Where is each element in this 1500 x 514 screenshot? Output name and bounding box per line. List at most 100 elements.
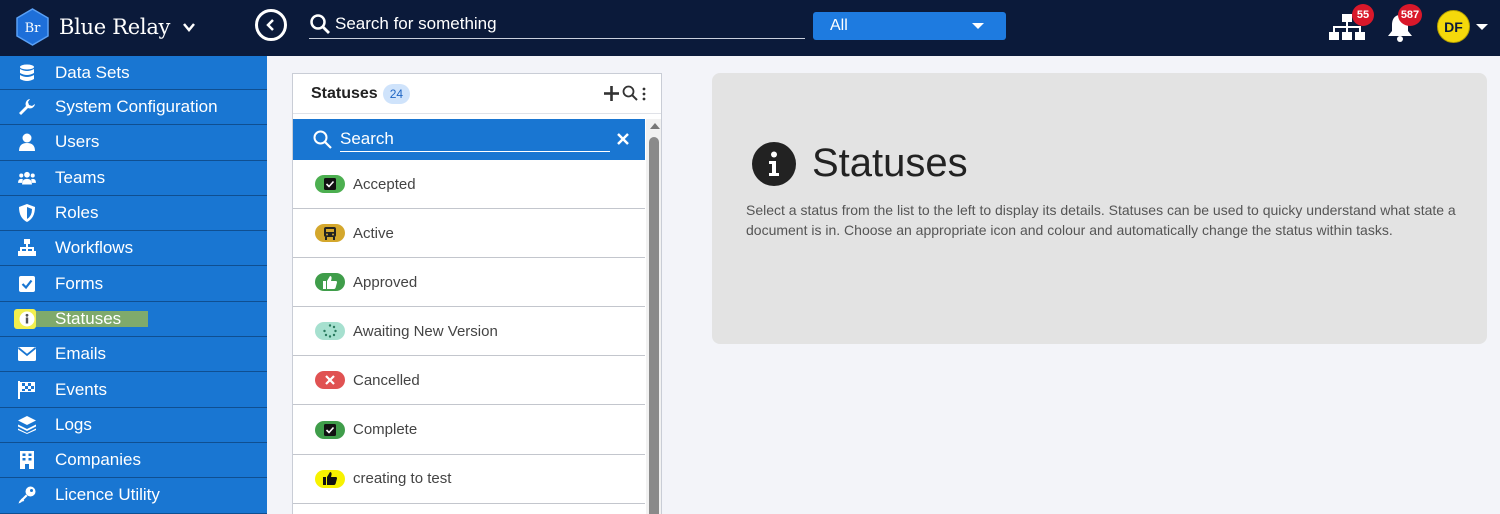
status-list-panel: Statuses 24 Accepted Active xyxy=(292,73,662,514)
list-item[interactable]: Accepted xyxy=(293,160,645,210)
sidebar: Data Sets System Configuration Users Tea… xyxy=(0,56,267,514)
svg-text:Br: Br xyxy=(25,21,42,36)
database-icon xyxy=(18,64,36,82)
search-scope-select[interactable]: All xyxy=(813,12,1006,40)
sidebar-item-licence-utility[interactable]: Licence Utility xyxy=(0,478,267,514)
status-chip xyxy=(315,224,345,243)
status-chip xyxy=(315,273,345,292)
close-icon[interactable] xyxy=(615,131,631,147)
sidebar-item-label: Data Sets xyxy=(55,62,130,82)
status-list: Accepted Active Approved Awaiting New Ve… xyxy=(293,160,645,504)
scroll-thumb[interactable] xyxy=(649,137,659,514)
users-icon xyxy=(18,169,36,187)
sidebar-item-roles[interactable]: Roles xyxy=(0,196,267,232)
sidebar-item-label: Companies xyxy=(55,450,141,470)
sidebar-item-system-configuration[interactable]: System Configuration xyxy=(0,90,267,126)
status-detail-card: Statuses Select a status from the list t… xyxy=(712,73,1487,344)
user-menu-caret-icon[interactable] xyxy=(1476,24,1488,30)
check-square-icon xyxy=(324,178,336,191)
status-search-field xyxy=(340,127,610,152)
list-item[interactable]: Complete xyxy=(293,405,645,455)
sidebar-item-label: Emails xyxy=(55,344,107,364)
sidebar-item-emails[interactable]: Emails xyxy=(0,337,267,373)
user-icon xyxy=(18,133,36,152)
sidebar-item-workflows[interactable]: Workflows xyxy=(0,231,267,267)
detail-description: Select a status from the list to the lef… xyxy=(746,202,1456,238)
sidebar-item-teams[interactable]: Teams xyxy=(0,161,267,196)
sidebar-item-forms[interactable]: Forms xyxy=(0,266,267,302)
sidebar-item-companies[interactable]: Companies xyxy=(0,443,267,479)
bus-icon xyxy=(324,226,336,240)
status-list-title: Statuses xyxy=(311,84,378,102)
logo-icon: Br xyxy=(16,8,49,46)
sidebar-item-data-sets[interactable]: Data Sets xyxy=(0,56,267,90)
list-item[interactable]: Awaiting New Version xyxy=(293,307,645,357)
detail-header: Statuses xyxy=(752,141,968,186)
key-icon xyxy=(18,486,36,504)
sitemap-icon xyxy=(18,239,36,257)
app-name: Blue Relay xyxy=(59,15,171,39)
status-search-input[interactable] xyxy=(340,129,605,149)
back-button[interactable] xyxy=(255,9,287,41)
check-square-icon xyxy=(18,275,36,293)
global-search xyxy=(309,10,805,39)
notification-count-badge: 587 xyxy=(1398,4,1422,26)
spinner-icon xyxy=(323,324,337,339)
wrench-icon xyxy=(18,98,36,116)
status-list-scrollbar[interactable] xyxy=(646,119,661,514)
top-bar: Br Blue Relay All 55 5 xyxy=(0,0,1500,56)
building-icon xyxy=(18,451,36,470)
status-chip xyxy=(315,175,345,194)
list-item[interactable]: Active xyxy=(293,209,645,259)
caret-down-icon xyxy=(972,23,984,29)
chevron-left-icon xyxy=(266,19,274,31)
sidebar-item-label: Workflows xyxy=(55,238,134,258)
status-name: Awaiting New Version xyxy=(353,322,498,340)
sidebar-item-label: Events xyxy=(55,379,107,399)
list-item[interactable]: Approved xyxy=(293,258,645,308)
status-search-bar xyxy=(293,119,645,160)
chevron-down-icon[interactable] xyxy=(182,20,196,34)
sidebar-item-label: Teams xyxy=(55,167,106,187)
sidebar-item-label: Forms xyxy=(55,273,104,293)
search-icon xyxy=(310,14,330,34)
global-search-input[interactable] xyxy=(335,14,795,34)
status-chip xyxy=(315,469,345,488)
sidebar-item-users[interactable]: Users xyxy=(0,125,267,161)
list-item[interactable]: Cancelled xyxy=(293,356,645,406)
brand-menu[interactable]: Br Blue Relay xyxy=(15,7,196,47)
user-avatar[interactable]: DF xyxy=(1437,10,1470,43)
sidebar-item-label: Licence Utility xyxy=(55,485,160,505)
sidebar-item-label: Roles xyxy=(55,203,99,223)
times-icon xyxy=(325,375,335,386)
envelope-icon xyxy=(18,345,36,363)
sidebar-item-statuses[interactable]: Statuses xyxy=(0,302,267,338)
sidebar-item-label: Statuses xyxy=(55,308,122,328)
info-icon xyxy=(752,141,796,186)
hierarchy-count-badge: 55 xyxy=(1352,4,1374,26)
thumbs-up-icon xyxy=(323,275,337,289)
sidebar-item-label: Logs xyxy=(55,414,92,434)
sidebar-item-label: System Configuration xyxy=(55,97,218,117)
check-square-icon xyxy=(324,423,336,436)
more-vertical-icon[interactable] xyxy=(641,85,647,101)
scroll-up-arrow-icon[interactable] xyxy=(650,123,660,129)
sidebar-item-logs[interactable]: Logs xyxy=(0,408,267,443)
shield-icon xyxy=(18,204,36,223)
sidebar-item-events[interactable]: Events xyxy=(0,372,267,408)
add-icon[interactable] xyxy=(604,85,619,101)
header-actions xyxy=(604,85,647,101)
list-item[interactable]: creating to test xyxy=(293,455,645,504)
status-name: Cancelled xyxy=(353,371,420,389)
thumbs-up-icon xyxy=(323,472,337,486)
status-name: Accepted xyxy=(353,175,416,193)
status-name: creating to test xyxy=(353,470,452,488)
search-icon[interactable] xyxy=(622,85,638,101)
layers-icon xyxy=(18,415,36,434)
status-chip xyxy=(315,322,345,341)
status-chip xyxy=(315,420,345,439)
detail-title: Statuses xyxy=(812,141,968,185)
status-list-header: Statuses 24 xyxy=(293,74,661,114)
sidebar-item-label: Users xyxy=(55,132,100,152)
status-name: Complete xyxy=(353,421,418,439)
